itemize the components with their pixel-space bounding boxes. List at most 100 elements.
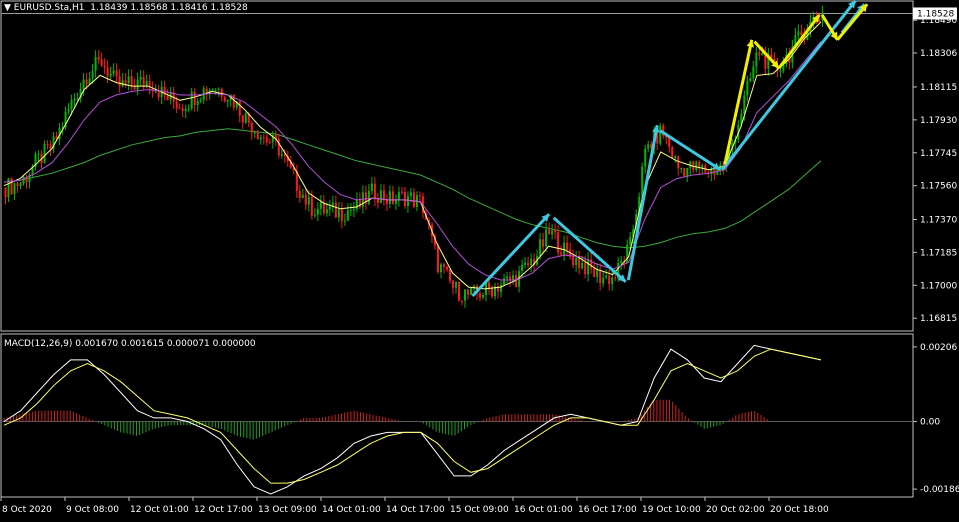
candle-body xyxy=(758,52,761,56)
candle-body xyxy=(268,141,271,143)
price-tick-label: 1.17185 xyxy=(920,248,957,258)
time-tick-label: 14 Oct 01:00 xyxy=(322,505,381,515)
chart-canvas[interactable]: 1.184901.183061.181151.179301.177451.175… xyxy=(0,0,959,518)
candle-body xyxy=(67,108,70,112)
symbol-header[interactable]: ▼ EURUSD.Sta,H1 1.18439 1.18568 1.18416 … xyxy=(4,3,248,13)
candle-body xyxy=(184,108,187,112)
candle-body xyxy=(106,67,109,77)
candle-body xyxy=(668,137,671,148)
candle-body xyxy=(238,101,241,116)
candle-body xyxy=(674,156,677,158)
candle-body xyxy=(491,288,494,297)
time-tick-label: 13 Oct 09:00 xyxy=(258,505,317,515)
macd-tick-label: 0.00 xyxy=(920,418,940,428)
candle-body xyxy=(325,209,328,214)
candle-body xyxy=(464,289,467,301)
candle-body xyxy=(557,232,560,253)
candle-body xyxy=(451,280,454,288)
candle-body xyxy=(82,79,85,89)
candle-body xyxy=(412,192,415,207)
candle-body xyxy=(779,70,782,72)
candle-body xyxy=(319,201,322,209)
candle-body xyxy=(400,191,403,193)
time-tick-label: 8 Oct 2020 xyxy=(2,505,52,515)
candle-body xyxy=(13,183,16,195)
candle-body xyxy=(85,79,88,85)
candle-body xyxy=(394,199,397,204)
candle-body xyxy=(403,191,406,206)
candle-body xyxy=(448,269,451,281)
current-price-label: 1.18528 xyxy=(917,9,954,19)
candle-body xyxy=(551,230,554,235)
candle-body xyxy=(244,113,247,123)
candle-body xyxy=(109,73,112,77)
candle-body xyxy=(605,275,608,278)
macd-tick-label: -0.001865 xyxy=(920,485,959,495)
candle-body xyxy=(418,195,421,197)
candle-body xyxy=(70,100,73,109)
candle-body xyxy=(139,76,142,80)
candle-body xyxy=(436,245,439,273)
candle-body xyxy=(686,167,689,177)
candle-body xyxy=(539,239,542,256)
candle-body xyxy=(49,144,52,149)
candle-body xyxy=(190,91,193,109)
candle-body xyxy=(641,166,644,197)
candle-body xyxy=(593,268,596,278)
candle-body xyxy=(187,108,190,110)
candle-body xyxy=(479,293,482,298)
candle-body xyxy=(797,31,800,36)
time-tick-label: 14 Oct 17:00 xyxy=(386,505,445,515)
candle-body xyxy=(103,65,106,68)
triangle-down-icon[interactable]: ▼ xyxy=(4,3,14,13)
candle-body xyxy=(521,264,524,271)
candle-body xyxy=(743,95,746,114)
candle-body xyxy=(620,261,623,263)
time-tick-label: 16 Oct 01:00 xyxy=(514,505,573,515)
candle-body xyxy=(196,101,199,105)
candle-body xyxy=(88,78,91,85)
candle-body xyxy=(118,76,121,87)
candle-body xyxy=(575,257,578,266)
candle-body xyxy=(512,275,515,280)
price-tick-label: 1.18306 xyxy=(920,49,957,59)
candle-body xyxy=(482,294,485,298)
candle-body xyxy=(337,209,340,218)
candle-body xyxy=(560,252,563,255)
macd-label: MACD(12,26,9) 0.001670 0.001615 0.000071… xyxy=(4,339,256,349)
current-price-tag: 1.18528 xyxy=(913,7,957,20)
candle-body xyxy=(379,190,382,204)
candle-body xyxy=(608,275,611,285)
price-tick-label: 1.17560 xyxy=(920,182,957,192)
candle-body xyxy=(226,99,229,102)
candle-body xyxy=(373,183,376,200)
trading-chart[interactable]: 1.18490 1.18306 1.18115 1.17930 1.17745 1.175… xyxy=(0,0,959,518)
candle-body xyxy=(578,257,581,269)
candle-body xyxy=(10,178,13,195)
candle-body xyxy=(659,125,662,144)
candle-body xyxy=(461,300,464,302)
candle-body xyxy=(530,259,533,266)
candle-body xyxy=(343,220,346,222)
candle-body xyxy=(752,66,755,79)
candle-body xyxy=(458,281,461,301)
candle-body xyxy=(629,236,632,245)
candle-body xyxy=(542,239,545,247)
candle-body xyxy=(455,281,458,288)
candle-body xyxy=(391,191,394,204)
candle-body xyxy=(220,88,223,97)
candle-body xyxy=(644,148,647,167)
time-tick-label: 12 Oct 17:00 xyxy=(194,505,253,515)
candle-body xyxy=(524,262,527,265)
price-tick-label: 1.16815 xyxy=(920,314,957,324)
time-tick-label: 20 Oct 02:00 xyxy=(706,505,765,515)
candle-body xyxy=(439,264,442,273)
candle-body xyxy=(328,206,331,210)
candle-body xyxy=(677,156,680,169)
time-tick-label: 12 Oct 01:00 xyxy=(130,505,189,515)
candle-body xyxy=(73,98,76,101)
candle-body xyxy=(563,242,566,255)
candle-body xyxy=(223,96,226,102)
candle-body xyxy=(671,147,674,158)
candle-body xyxy=(467,289,470,295)
